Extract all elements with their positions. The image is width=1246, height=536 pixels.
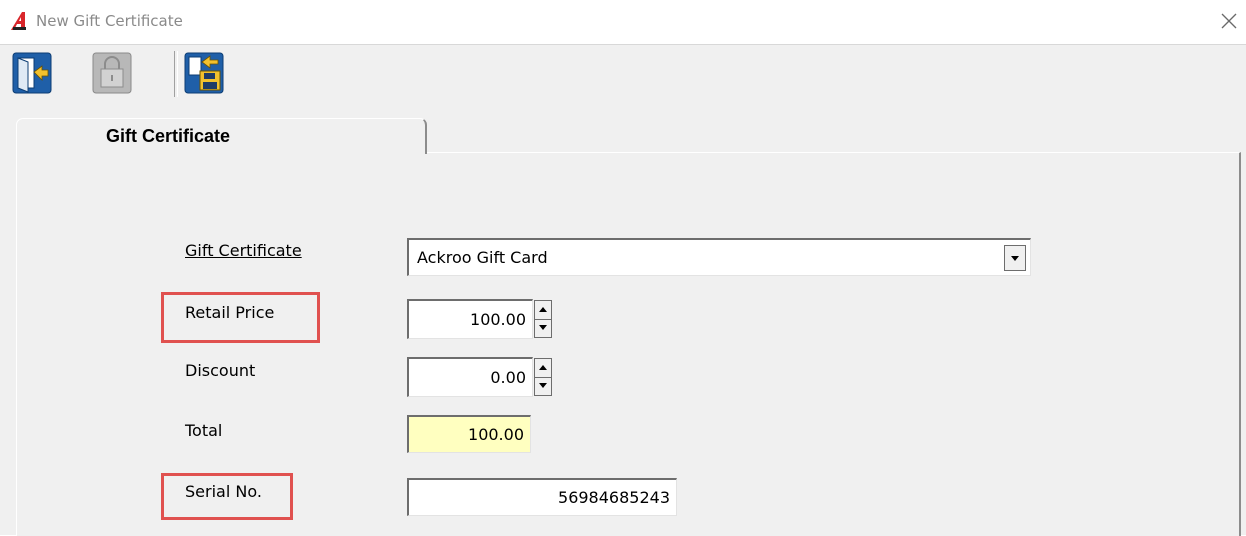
spin-down-button[interactable] [535,319,551,337]
total-label: Total [185,421,223,440]
close-icon [1221,13,1237,29]
gift-certificate-value: Ackroo Gift Card [417,248,548,267]
arrow-up-icon [539,365,547,370]
spin-down-button[interactable] [535,377,551,395]
arrow-up-icon [539,307,547,312]
save-button[interactable] [184,52,224,94]
spin-up-button[interactable] [535,301,551,320]
gift-certificate-label: Gift Certificate [185,241,302,260]
exit-button[interactable] [12,52,52,94]
discount-value: 0.00 [490,368,526,387]
retail-price-input[interactable]: 100.00 [407,299,533,339]
spin-up-button[interactable] [535,359,551,378]
gift-certificate-select[interactable]: Ackroo Gift Card [407,238,1031,276]
app-logo-icon [10,11,30,31]
total-value: 100.00 [468,425,524,444]
tab-label: Gift Certificate [105,126,231,146]
dropdown-button[interactable] [1004,245,1026,271]
total-field: 100.00 [407,415,531,453]
discount-label: Discount [185,361,256,380]
arrow-down-icon [539,383,547,388]
discount-spinner[interactable] [534,358,552,396]
arrow-down-icon [539,325,547,330]
lock-button[interactable] [92,52,132,94]
serial-no-label: Serial No. [185,482,262,501]
toolbar [0,44,1246,111]
close-button[interactable] [1216,8,1242,34]
retail-price-label: Retail Price [185,303,275,322]
window-title: New Gift Certificate [36,12,183,30]
serial-no-value: 56984685243 [558,488,670,507]
title-bar: New Gift Certificate [0,0,1246,44]
serial-no-input[interactable]: 56984685243 [407,478,677,516]
exit-door-icon [12,52,52,94]
retail-price-spinner[interactable] [534,300,552,338]
chevron-down-icon [1011,256,1019,261]
retail-price-value: 100.00 [470,310,526,329]
toolbar-separator [174,51,178,97]
discount-input[interactable]: 0.00 [407,357,533,397]
lock-icon [92,52,132,94]
save-icon [184,52,224,94]
